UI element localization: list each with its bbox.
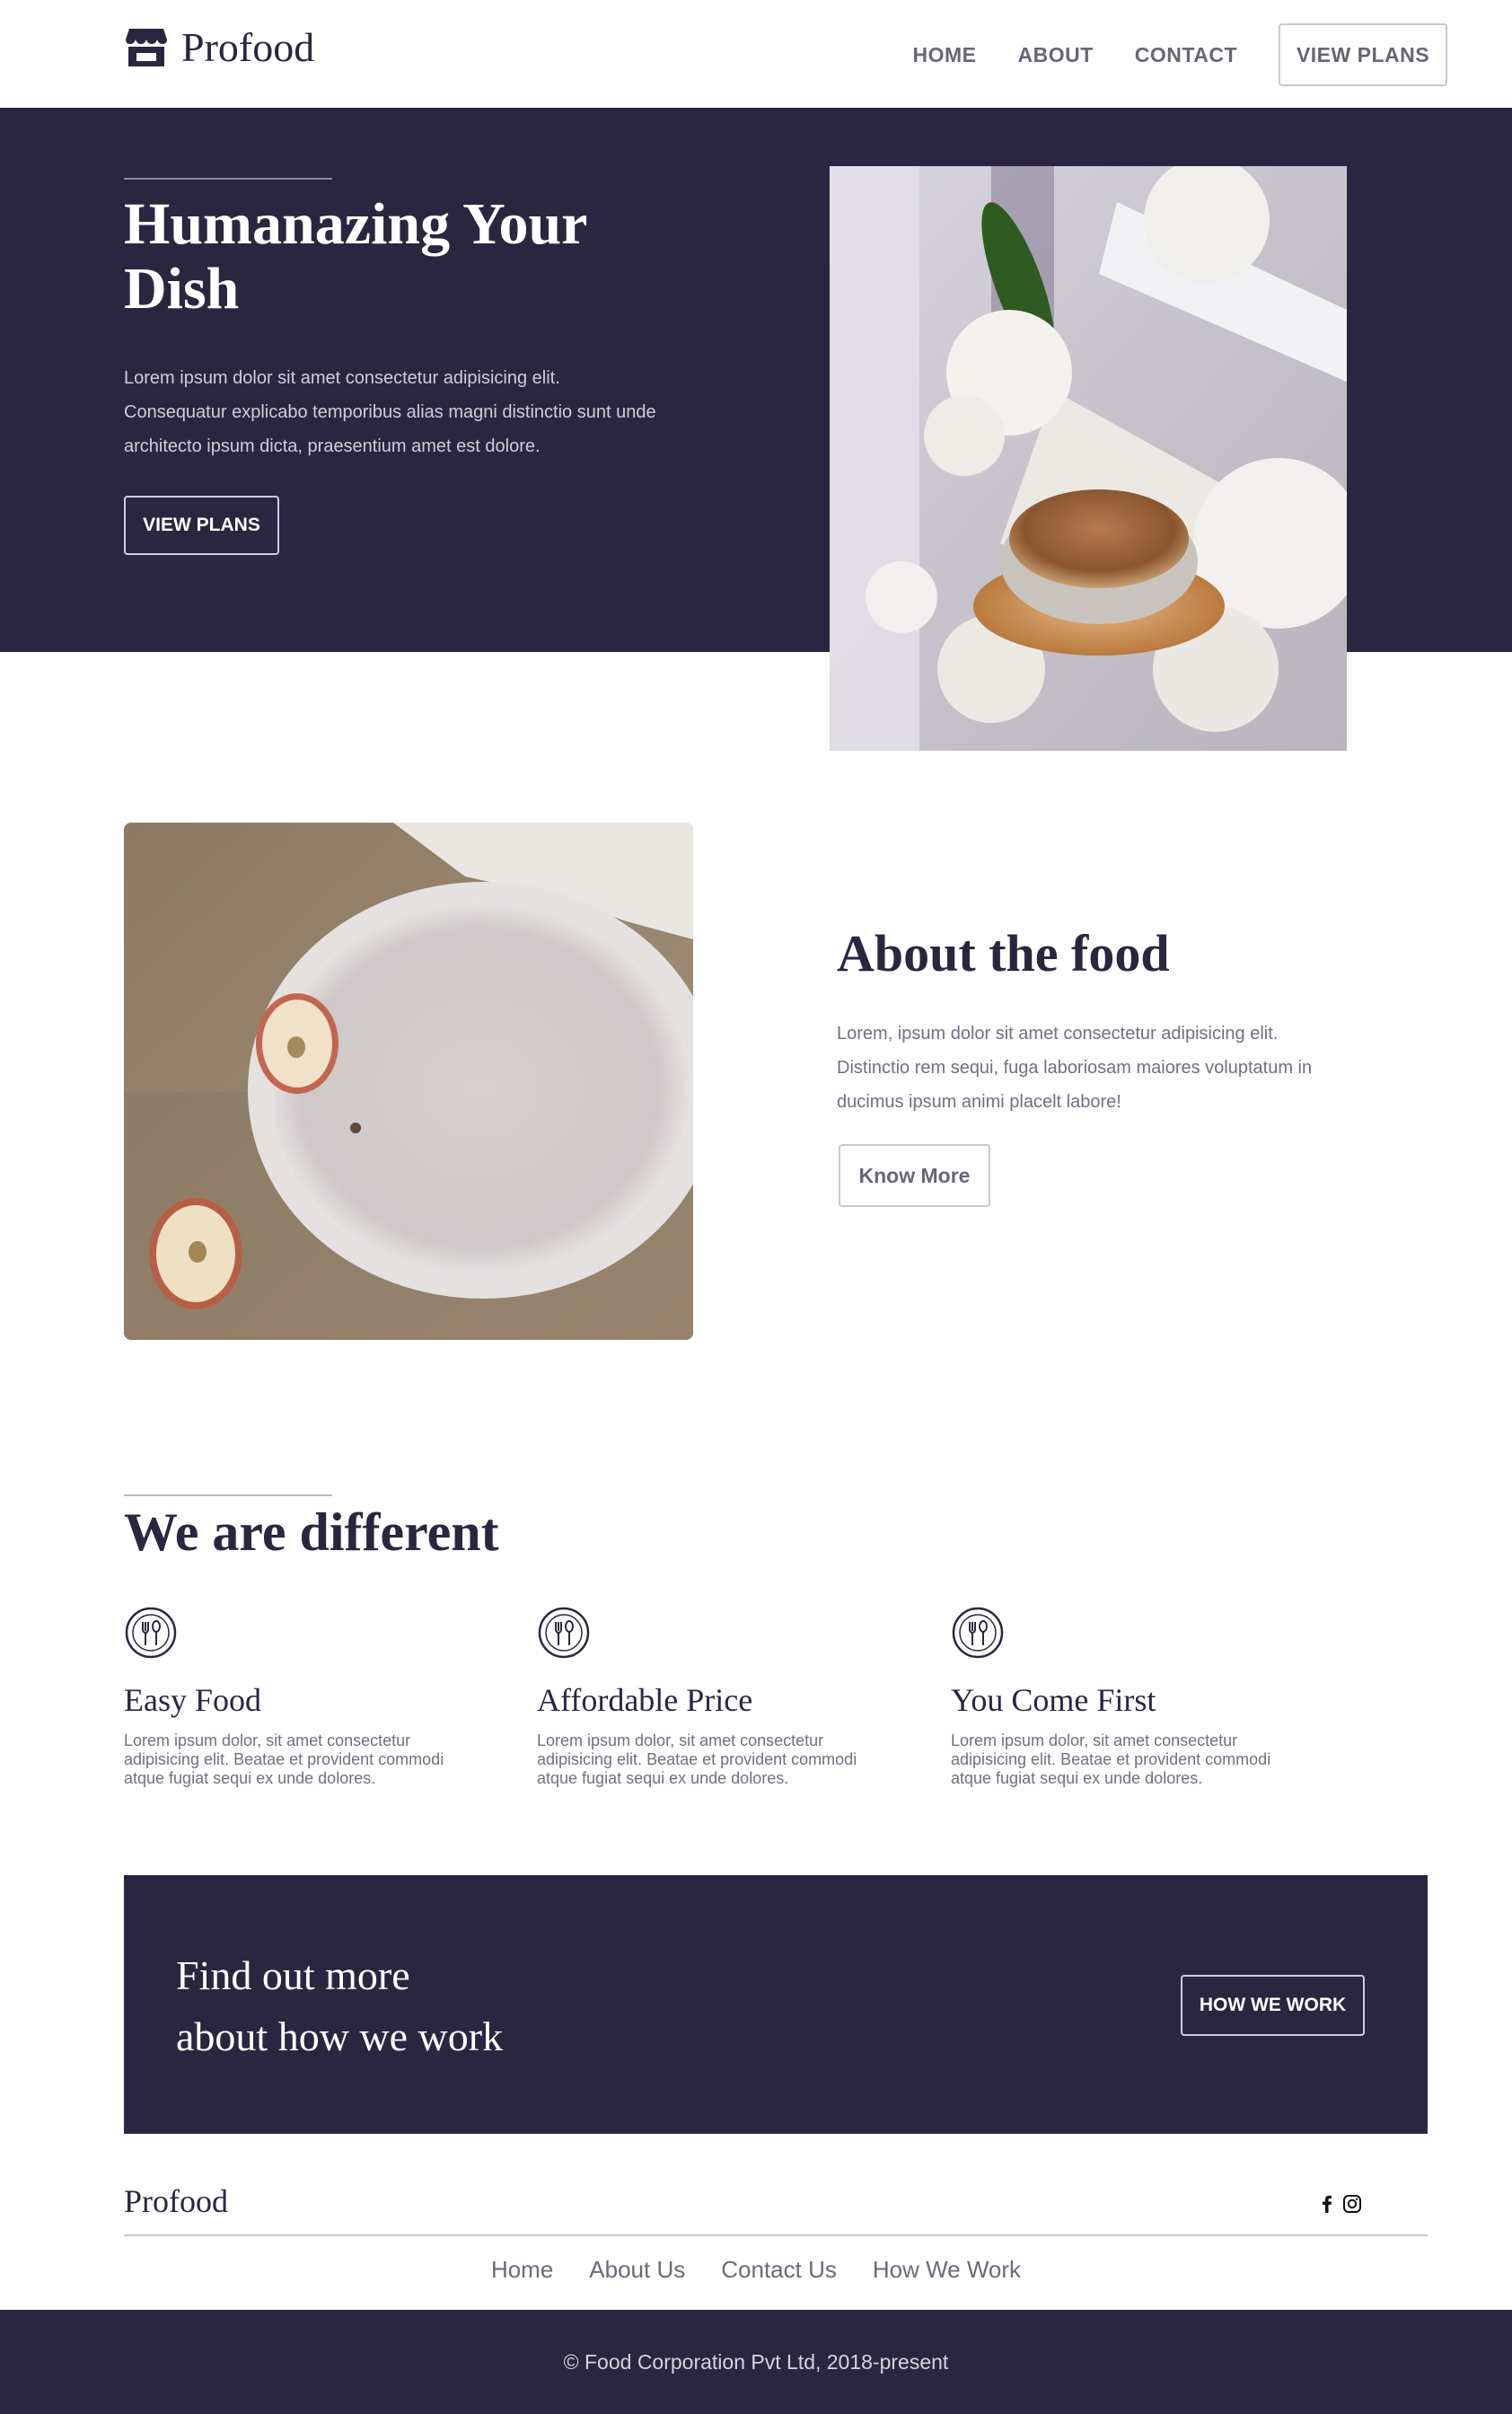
footer-link-how-we-work[interactable]: How We Work [873,2256,1021,2284]
utensils-icon [125,1607,177,1659]
hero-title: Humanazing Your Dish [124,191,587,322]
cta-title-line-1: Find out more [176,1952,410,1998]
feature-description: Lorem ipsum dolor, sit amet consectetur … [124,1731,444,1787]
feature-title: Easy Food [124,1682,261,1718]
feature-you-come-first: You Come First Lorem ipsum dolor, sit am… [951,1606,1310,1788]
how-we-work-banner: Find out more about how we work HOW WE W… [124,1875,1428,2134]
footer-link-home[interactable]: Home [491,2256,553,2284]
different-divider [124,1494,332,1496]
about-description: Lorem, ipsum dolor sit amet consectetur … [837,1024,1313,1112]
copyright-text: © Food Corporation Pvt Ltd, 2018-present [563,2349,949,2374]
facebook-icon[interactable] [1316,2193,1338,2215]
view-plans-hero-button[interactable]: VIEW PLANS [124,496,279,555]
footer-links: Home About Us Contact Us How We Work [0,2256,1512,2284]
different-title: We are different [124,1502,499,1562]
hero-image [830,166,1347,751]
footer-link-contact-us[interactable]: Contact Us [721,2256,837,2284]
nav-link-contact[interactable]: CONTACT [1135,43,1237,67]
top-navbar: Profood HOME ABOUT CONTACT VIEW PLANS [0,0,1512,108]
brand-name: Profood [181,24,315,70]
how-we-work-button[interactable]: HOW WE WORK [1181,1975,1365,2036]
feature-affordable-price: Affordable Price Lorem ipsum dolor, sit … [537,1606,896,1788]
footer-brand[interactable]: Profood [124,2182,228,2220]
instagram-icon[interactable] [1341,2193,1363,2215]
footer-divider [124,2234,1428,2236]
brand-logo[interactable]: Profood [124,25,314,70]
cta-title-line-2: about how we work [176,2013,504,2059]
hero-description: Lorem ipsum dolor sit amet consectetur a… [124,368,656,456]
footer-link-about-us[interactable]: About Us [589,2256,685,2284]
nav-links: HOME ABOUT CONTACT VIEW PLANS [912,23,1447,86]
nav-link-home[interactable]: HOME [912,43,976,67]
about-title: About the food [837,924,1170,982]
social-links [1316,2193,1367,2215]
feature-description: Lorem ipsum dolor, sit amet consectetur … [537,1731,857,1787]
store-icon [126,29,167,66]
feature-title: Affordable Price [537,1682,753,1718]
feature-title: You Come First [951,1682,1156,1718]
cta-title: Find out more about how we work [176,1945,643,2067]
utensils-icon [538,1607,590,1659]
nav-link-about[interactable]: ABOUT [1017,43,1093,67]
know-more-button[interactable]: Know More [839,1144,990,1207]
feature-easy-food: Easy Food Lorem ipsum dolor, sit amet co… [124,1606,483,1788]
hero-divider [124,178,332,180]
feature-description: Lorem ipsum dolor, sit amet consectetur … [951,1731,1271,1787]
copyright-bar: © Food Corporation Pvt Ltd, 2018-present [0,2310,1512,2414]
about-image [124,823,693,1340]
view-plans-nav-button[interactable]: VIEW PLANS [1279,23,1447,86]
utensils-icon [952,1607,1004,1659]
